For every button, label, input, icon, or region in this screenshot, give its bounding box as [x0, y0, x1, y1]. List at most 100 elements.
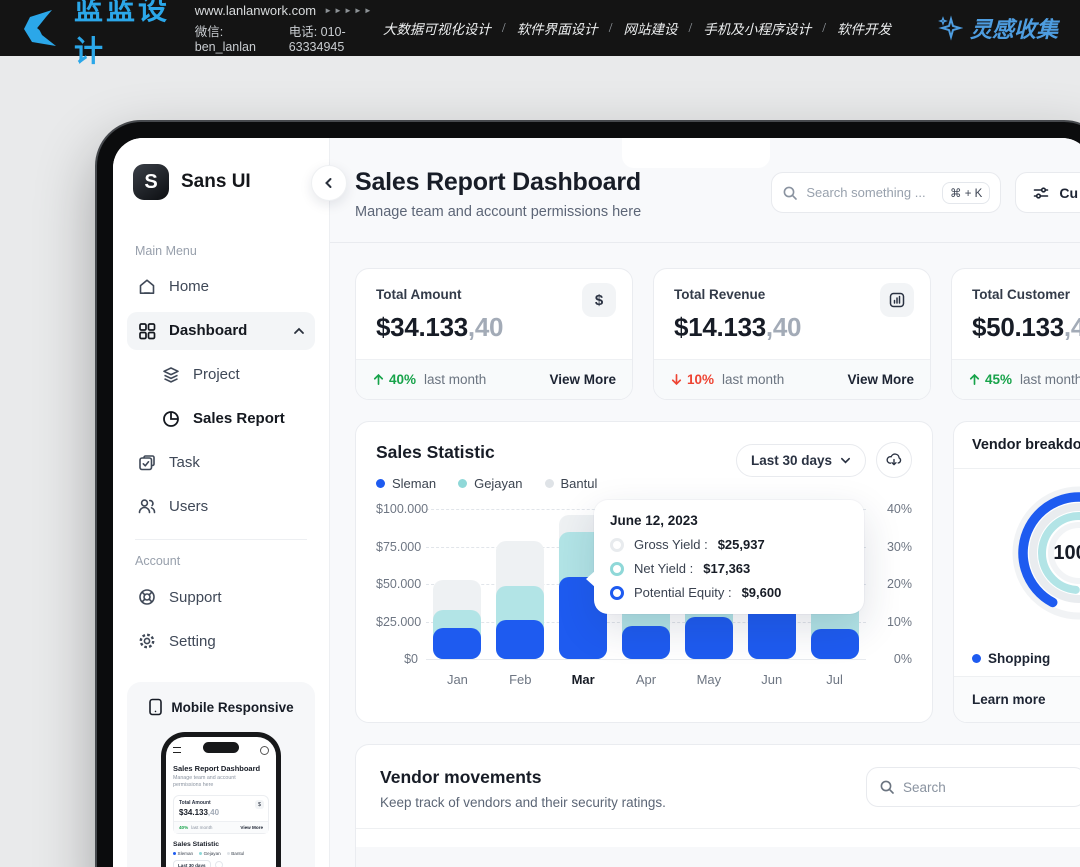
- sidebar-item-setting[interactable]: Setting: [127, 622, 315, 660]
- sidebar-item-home[interactable]: Home: [127, 268, 315, 306]
- device-frame: S Sans UI Main Menu Home Dashboard: [95, 120, 1080, 867]
- trend-down: 10%: [670, 372, 714, 387]
- keyboard-shortcut-badge: ⌘ + K: [942, 182, 990, 204]
- vendor-search-input[interactable]: [903, 780, 1073, 795]
- sidebar-item-users[interactable]: Users: [127, 487, 315, 525]
- menu-separator: /: [688, 20, 692, 36]
- sans-ui-logo-icon: S: [133, 164, 169, 200]
- x-axis-tick: Feb: [509, 672, 531, 687]
- sidebar-divider: [135, 539, 307, 540]
- banner-menu-item-mobile[interactable]: 手机及小程序设计: [703, 18, 811, 38]
- gear-icon: [137, 631, 157, 651]
- sparkle-star-icon: [937, 15, 963, 41]
- divider: [356, 828, 1080, 829]
- sidebar-item-dashboard[interactable]: Dashboard: [127, 312, 315, 350]
- bar-jan[interactable]: [433, 501, 481, 659]
- phone-range-pill: Last 30 days: [173, 860, 211, 867]
- banner-phone: 电话: 010-63334945: [289, 21, 383, 54]
- main-panel: Sales Report Dashboard Manage team and a…: [330, 138, 1080, 867]
- menu-separator: /: [609, 20, 613, 36]
- y-axis-tick-right: 40%: [876, 502, 912, 516]
- banner-wechat: 微信: ben_lanlan: [195, 21, 273, 54]
- brand: S Sans UI: [127, 164, 315, 200]
- y-axis-tick-right: 30%: [876, 540, 912, 554]
- x-axis-tick: Jun: [761, 672, 782, 687]
- sidebar-item-sales-report[interactable]: Sales Report: [127, 400, 315, 438]
- global-search[interactable]: ⌘ + K: [771, 172, 1001, 213]
- legend-shopping[interactable]: Shopping: [972, 651, 1050, 666]
- banner-menu-item-website[interactable]: 网站建设: [623, 18, 677, 38]
- stat-fraction: ,40: [766, 312, 801, 342]
- customize-button[interactable]: Cu: [1015, 172, 1080, 213]
- legend-bantul[interactable]: Bantul: [545, 476, 598, 491]
- phone-mockup: Sales Report Dashboard Manage team and a…: [161, 732, 281, 867]
- stat-card-total-customer: Total Customer $50.133,40 45% last month…: [951, 268, 1080, 400]
- gray-ring-icon: [610, 538, 624, 552]
- task-check-icon: [137, 453, 157, 473]
- mobile-responsive-card: Mobile Responsive Sales Report Dashboard…: [127, 682, 315, 867]
- sales-statistic-card: Sales Statistic Sleman Gejayan Bantul La…: [355, 421, 933, 723]
- stat-value: $34.133: [376, 312, 468, 342]
- vendor-breakdown-card: Vendor breakdown 100% Shopp: [953, 421, 1080, 723]
- date-range-dropdown[interactable]: Last 30 days: [736, 444, 866, 477]
- vendor-breakdown-title: Vendor breakdown: [954, 422, 1080, 469]
- bar-segment-sleman: [496, 620, 544, 659]
- sidebar-item-label: Project: [193, 366, 240, 383]
- download-button[interactable]: [876, 442, 912, 478]
- site-banner: 蓝蓝设计 www.lanlanwork.com ►►►►► 微信: ben_la…: [0, 0, 1080, 56]
- x-axis-tick: Mar: [572, 672, 595, 687]
- search-icon: [782, 185, 798, 201]
- banner-url[interactable]: www.lanlanwork.com: [195, 3, 316, 18]
- banner-menu-item-bigdata[interactable]: 大数据可视化设计: [383, 18, 491, 38]
- teal-ring-icon: [610, 562, 624, 576]
- legend-gejayan[interactable]: Gejayan: [458, 476, 522, 491]
- vendor-movements-card: Vendor movements Keep track of vendors a…: [355, 744, 1080, 867]
- legend-sleman[interactable]: Sleman: [376, 476, 436, 491]
- tooltip-date: June 12, 2023: [610, 513, 848, 528]
- phone-stat-value: $34.133: [179, 808, 208, 817]
- banner-arrows: ►►►►►: [324, 6, 374, 15]
- bar-feb[interactable]: [496, 501, 544, 659]
- y-axis-tick-left: $50.000: [376, 577, 418, 591]
- view-more-link[interactable]: View More: [847, 372, 914, 387]
- page-title: Sales Report Dashboard: [355, 168, 641, 197]
- banner-menu-item-software-ui[interactable]: 软件界面设计: [517, 18, 598, 38]
- trend-note: last month: [1020, 372, 1080, 387]
- brand-name: Sans UI: [181, 171, 251, 193]
- dashboard-grid-icon: [137, 321, 157, 341]
- banner-menu: 大数据可视化设计 / 软件界面设计 / 网站建设 / 手机及小程序设计 / 软件…: [383, 18, 891, 38]
- inspiration-logo[interactable]: 灵感收集: [937, 12, 1058, 44]
- y-axis-tick-left: $100.000: [376, 502, 418, 516]
- phone-trend-note: last month: [191, 825, 212, 830]
- search-input[interactable]: [806, 185, 934, 200]
- phone-page-subtitle: Manage team and account permissions here: [173, 775, 243, 789]
- sidebar-item-support[interactable]: Support: [127, 578, 315, 616]
- bar-chart-icon: [880, 283, 914, 317]
- phone-notch: [203, 742, 239, 753]
- gridline: [426, 659, 866, 660]
- dollar-icon: $: [255, 800, 264, 809]
- chevron-up-icon: [293, 325, 305, 337]
- search-icon: [879, 779, 895, 795]
- banner-contact: www.lanlanwork.com ►►►►► 微信: ben_lanlan …: [195, 3, 383, 54]
- sidebar-item-label: Home: [169, 278, 209, 295]
- x-axis-tick: Jan: [447, 672, 468, 687]
- phone-stat-label: Total Amount: [179, 800, 263, 806]
- view-more-link[interactable]: View More: [549, 372, 616, 387]
- banner-menu-item-dev[interactable]: 软件开发: [837, 18, 891, 38]
- sidebar-item-task[interactable]: Task: [127, 444, 315, 482]
- x-axis-tick: Apr: [636, 672, 656, 687]
- stat-fraction: ,40: [468, 312, 503, 342]
- phone-trend: 40%: [179, 825, 188, 830]
- learn-more-link[interactable]: Learn more: [954, 676, 1080, 722]
- sidebar-item-project[interactable]: Project: [127, 356, 315, 394]
- x-axis-tick: May: [697, 672, 722, 687]
- pie-chart-icon: [161, 409, 181, 429]
- date-range-label: Last 30 days: [751, 453, 832, 468]
- vendor-search[interactable]: [866, 767, 1080, 807]
- trend-up: 40%: [372, 372, 416, 387]
- users-icon: [137, 496, 157, 516]
- sidebar-collapse-button[interactable]: [311, 165, 347, 201]
- vendor-movements-title: Vendor movements: [380, 767, 666, 788]
- stat-card-total-revenue: Total Revenue $14.133,40 10% last mo: [653, 268, 931, 400]
